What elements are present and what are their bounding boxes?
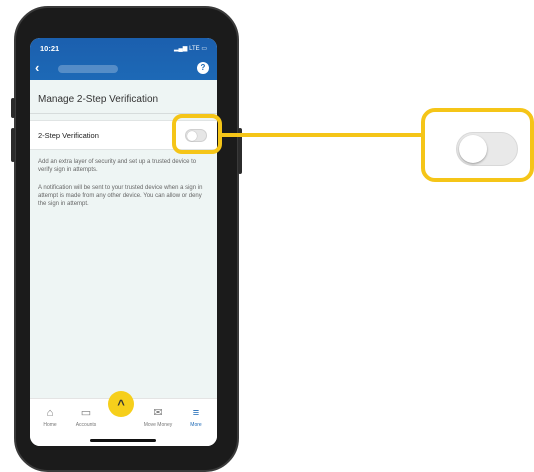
quick-actions-button[interactable]: ^ (108, 391, 134, 417)
nav-more[interactable]: ≡ More (178, 407, 214, 428)
blurred-header-title (58, 65, 118, 73)
phone-side-button (11, 98, 15, 118)
status-network: ▂▄▆ LTE ▭ (173, 46, 207, 52)
phone-side-button (11, 128, 15, 162)
highlight-connector (222, 133, 422, 137)
tutorial-stage: 10:21 ▂▄▆ LTE ▭ ‹ ? Manage 2-Step Verifi… (0, 0, 534, 472)
nav-move-money-label: Move Money (143, 422, 173, 428)
zoomed-toggle-knob (459, 135, 487, 163)
app-header: 10:21 ▂▄▆ LTE ▭ ‹ ? (30, 38, 217, 80)
nav-accounts[interactable]: ▭ Accounts (68, 407, 104, 428)
home-indicator (90, 439, 156, 442)
page-title: Manage 2-Step Verification (38, 94, 159, 105)
setting-label: 2-Step Verification (38, 131, 99, 140)
highlight-zoom-callout (421, 108, 534, 182)
highlight-ring-small (172, 114, 222, 154)
help-bubble-icon[interactable]: ? (197, 62, 209, 74)
nav-accounts-label: Accounts (75, 422, 97, 428)
nav-move-money[interactable]: ✉ Move Money (140, 407, 176, 428)
zoomed-toggle (456, 132, 518, 166)
nav-home[interactable]: ⌂ Home (32, 407, 68, 428)
status-time: 10:21 (40, 44, 60, 53)
bottom-navigation: ⌂ Home ▭ Accounts ^ ✉ Move Money ≡ More (30, 391, 217, 446)
menu-icon: ≡ (192, 407, 200, 419)
description-2: A notification will be sent to your trus… (38, 185, 203, 207)
home-icon: ⌂ (46, 407, 54, 419)
move-money-icon: ✉ (153, 407, 163, 419)
nav-home-label: Home (43, 422, 57, 428)
nav-more-label: More (190, 422, 202, 428)
chevron-left-icon[interactable]: ‹ (35, 61, 39, 74)
description-1: Add an extra layer of security and set u… (38, 159, 197, 173)
accounts-icon: ▭ (80, 407, 92, 419)
app-screen: 10:21 ▂▄▆ LTE ▭ ‹ ? Manage 2-Step Verifi… (30, 38, 217, 446)
